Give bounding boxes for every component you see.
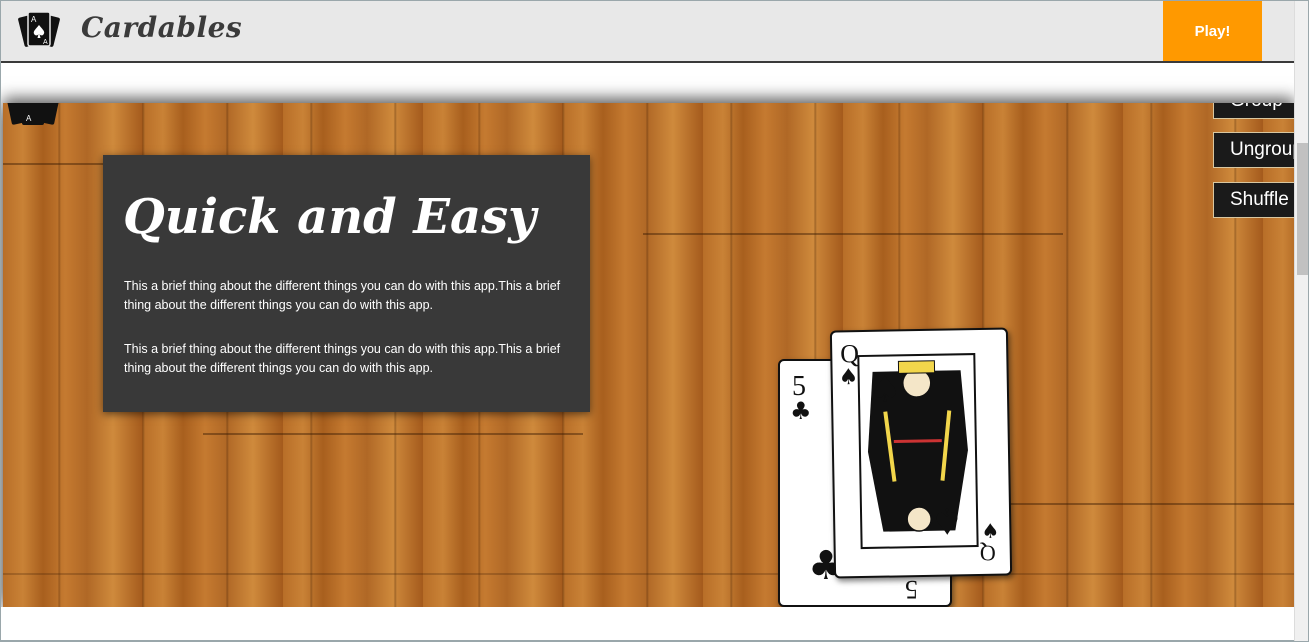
page-footer <box>1 607 1294 641</box>
app-viewport: A A Cardables Play! A Quick and Easy Thi… <box>0 0 1309 642</box>
svg-text:Q: Q <box>980 541 996 566</box>
playing-cards-icon[interactable]: A A <box>15 7 63 55</box>
svg-text:♠: ♠ <box>869 369 902 411</box>
info-paragraph: This a brief thing about the different t… <box>124 279 561 312</box>
card-table[interactable]: A Quick and Easy This a brief thing abou… <box>3 103 1294 607</box>
svg-text:A: A <box>31 15 37 24</box>
queen-spade-icon: Q ♠ ♠ ♠ ♠ Q <box>838 339 999 566</box>
ungroup-button[interactable]: Ungroup <box>1213 132 1294 168</box>
card-suit: ♣ <box>790 397 812 425</box>
info-panel: Quick and Easy This a brief thing about … <box>103 155 590 412</box>
svg-text:A: A <box>26 114 32 123</box>
plank-seam <box>3 573 1294 575</box>
card-suit: ♠ <box>838 365 858 390</box>
play-button[interactable]: Play! <box>1163 1 1262 61</box>
svg-text:5: 5 <box>905 575 918 604</box>
info-paragraph: This a brief thing about the different t… <box>124 342 561 375</box>
card-stack-icon[interactable]: A <box>5 103 61 131</box>
vertical-scrollbar[interactable] <box>1294 1 1308 641</box>
shuffle-button[interactable]: Shuffle <box>1213 182 1294 218</box>
svg-text:A: A <box>43 39 48 46</box>
navbar: A A Cardables Play! <box>1 1 1294 63</box>
playing-card-queen-of-spades[interactable]: Q ♠ ♠ ♠ ♠ Q <box>829 327 1013 579</box>
plank-seam <box>203 433 583 435</box>
brand-name[interactable]: Cardables <box>81 11 242 44</box>
plank-seam <box>643 233 1063 235</box>
group-button[interactable]: Group <box>1213 103 1294 119</box>
scrollbar-thumb[interactable] <box>1297 143 1308 275</box>
svg-text:♠: ♠ <box>981 519 999 543</box>
card-rank: Q <box>840 339 860 368</box>
svg-text:♠: ♠ <box>931 499 964 541</box>
info-title: Quick and Easy <box>123 189 537 245</box>
